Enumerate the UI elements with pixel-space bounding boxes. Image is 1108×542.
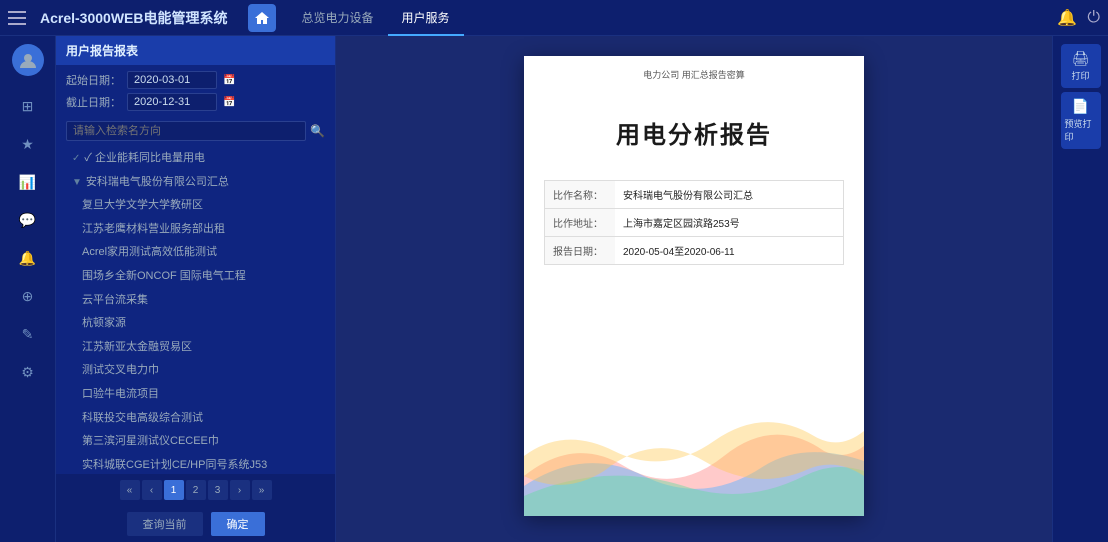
tree-item-10[interactable]: 口验牛电流项目 [56,383,335,407]
doc-label-0: 比作名称： [545,181,615,208]
document-preview: 电力公司 用汇总报告密算 用电分析报告 比作名称： 安科瑞电气股份有限公司汇总 … [524,56,864,516]
sidebar-icon-edit[interactable]: ✎ [12,318,44,350]
topbar: Acrel-3000WEB电能管理系统 总览电力设备 用户服务 🔔 ⏻ [0,0,1108,36]
tree-item-4[interactable]: Acrel家用测试高效低能测试 [56,241,335,265]
tree-item-3[interactable]: 江苏老鹰材料营业服务部出租 [56,218,335,242]
tree-item-0[interactable]: ✓✓ 企业能耗同比电量用电 [56,147,335,171]
doc-table-row-1: 比作地址： 上海市嘉定区园滨路253号 [545,209,843,237]
content-area: 电力公司 用汇总报告密算 用电分析报告 比作名称： 安科瑞电气股份有限公司汇总 … [336,36,1052,542]
print-preview-icon: 📄 [1072,98,1089,115]
topbar-right: 🔔 ⏻ [1057,8,1100,28]
print-preview-button[interactable]: 📄 预览打印 [1061,92,1101,149]
end-date-label: 截止日期： [66,94,121,110]
nav-item-overview[interactable]: 总览电力设备 [288,0,388,36]
sidebar-icon-home[interactable]: ⊞ [12,90,44,122]
end-date-input[interactable] [127,93,217,111]
doc-value-0: 安科瑞电气股份有限公司汇总 [615,181,843,208]
tree-item-1[interactable]: ▼安科瑞电气股份有限公司汇总 [56,171,335,195]
sidebar-icon-settings[interactable]: ⚙ [12,356,44,388]
sidebar-icon-chat[interactable]: 💬 [12,204,44,236]
page-last-button[interactable]: » [252,480,272,500]
tree-item-6[interactable]: 云平台流采集 [56,289,335,313]
tree-item-11[interactable]: 科联投交电高级综合测试 [56,407,335,431]
sidebar-icon-chart[interactable]: 📊 [12,166,44,198]
confirm-button[interactable]: 确定 [211,512,265,536]
tree-list: ✓✓ 企业能耗同比电量用电 ▼安科瑞电气股份有限公司汇总 复旦大学文学大学教研区… [56,145,335,474]
left-sidebar: ⊞ ★ 📊 💬 🔔 ⊕ ✎ ⚙ [0,36,56,542]
tree-item-5[interactable]: 围场乡全新ONCOF 国际电气工程 [56,265,335,289]
search-icon[interactable]: 🔍 [310,124,325,138]
left-panel: 用户报告报表 起始日期： 📅 截止日期： 📅 🔍 ✓✓ 企业能耗同比电量用电 ▼… [56,36,336,542]
app-title: Acrel-3000WEB电能管理系统 [40,8,228,28]
page-first-button[interactable]: « [120,480,140,500]
page-prev-button[interactable]: ‹ [142,480,162,500]
main-layout: ⊞ ★ 📊 💬 🔔 ⊕ ✎ ⚙ 用户报告报表 起始日期： 📅 截止日期： 📅 🔍 [0,36,1108,542]
tree-item-2[interactable]: 复旦大学文学大学教研区 [56,194,335,218]
doc-top-text: 电力公司 用汇总报告密算 [524,56,864,85]
tree-item-13[interactable]: 实科城联CGE计划CE/HP同号系统J53 [56,454,335,474]
doc-info-table: 比作名称： 安科瑞电气股份有限公司汇总 比作地址： 上海市嘉定区园滨路253号 … [544,180,844,265]
start-date-row: 起始日期： 📅 [66,71,325,89]
alert-icon[interactable]: 🔔 [1057,8,1077,28]
page-next-button[interactable]: › [230,480,250,500]
page-2-button[interactable]: 2 [186,480,206,500]
search-input[interactable] [66,121,306,141]
top-nav: 总览电力设备 用户服务 [288,0,1058,36]
start-date-input[interactable] [127,71,217,89]
print-icon: 🖨 [1072,50,1090,67]
end-date-calendar-icon[interactable]: 📅 [223,97,235,108]
start-date-calendar-icon[interactable]: 📅 [223,75,235,86]
end-date-row: 截止日期： 📅 [66,93,325,111]
tree-item-9[interactable]: 测试交叉电力巾 [56,359,335,383]
sidebar-icon-bell[interactable]: 🔔 [12,242,44,274]
panel-header: 用户报告报表 [56,36,335,65]
pagination: « ‹ 1 2 3 › » [56,474,335,506]
menu-toggle[interactable] [8,6,32,30]
avatar [12,44,44,76]
print-label: 打印 [1071,69,1089,82]
panel-dates: 起始日期： 📅 截止日期： 📅 [56,65,335,117]
doc-wave-decoration [524,396,864,516]
home-button[interactable] [248,4,276,32]
nav-item-user-service[interactable]: 用户服务 [388,0,464,36]
panel-actions: 查询当前 确定 [56,506,335,542]
doc-table-row-2: 报告日期： 2020-05-04至2020-06-11 [545,237,843,264]
print-preview-label: 预览打印 [1065,117,1097,143]
power-icon[interactable]: ⏻ [1087,9,1100,27]
doc-value-2: 2020-05-04至2020-06-11 [615,237,843,264]
tree-item-8[interactable]: 江苏新亚太金融贸易区 [56,336,335,360]
right-toolbar: 🖨 打印 📄 预览打印 [1052,36,1108,542]
doc-label-2: 报告日期： [545,237,615,264]
sidebar-icon-layers[interactable]: ⊕ [12,280,44,312]
doc-title: 用电分析报告 [524,85,864,170]
print-button[interactable]: 🖨 打印 [1061,44,1101,88]
tree-item-12[interactable]: 第三滨河星测试仪CECEE巾 [56,430,335,454]
page-3-button[interactable]: 3 [208,480,228,500]
doc-table-row-0: 比作名称： 安科瑞电气股份有限公司汇总 [545,181,843,209]
doc-label-1: 比作地址： [545,209,615,236]
sidebar-icon-star[interactable]: ★ [12,128,44,160]
tree-item-7[interactable]: 杭顿家源 [56,312,335,336]
doc-value-1: 上海市嘉定区园滨路253号 [615,209,843,236]
page-1-button[interactable]: 1 [164,480,184,500]
search-row: 🔍 [56,117,335,145]
start-date-label: 起始日期： [66,72,121,88]
reset-button[interactable]: 查询当前 [127,512,203,536]
